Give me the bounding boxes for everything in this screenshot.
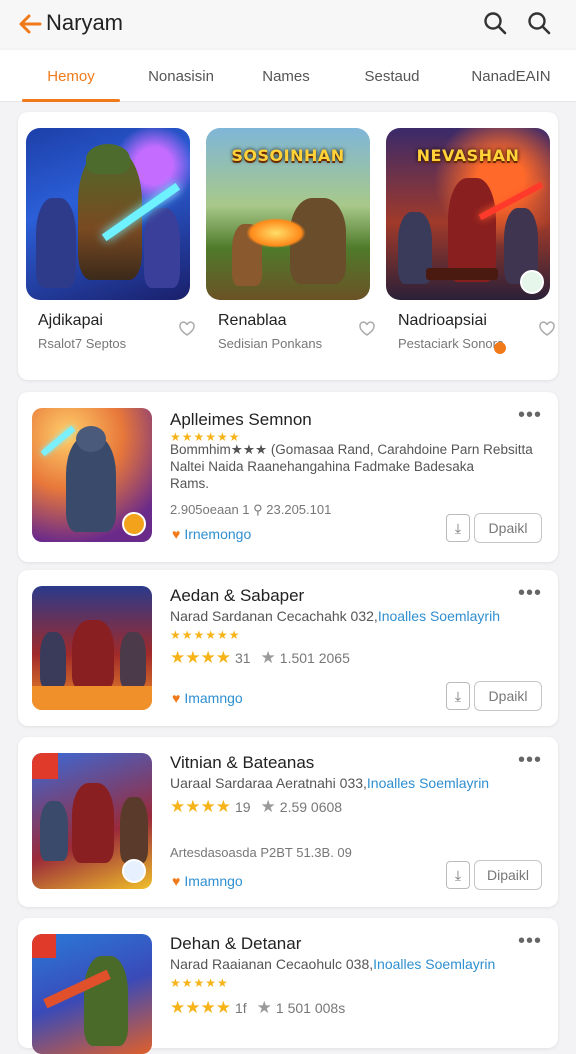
active-tab-indicator: [22, 99, 120, 102]
game-thumbnail[interactable]: [26, 128, 190, 300]
list-item[interactable]: Dehan & Detanar ••• Narad Raaianan Cecao…: [18, 918, 558, 1054]
featured-name: Nadrioapsiai: [398, 312, 487, 329]
rating-row: ★★★★ 19 ★ 2.59 0608: [170, 797, 343, 816]
game-thumbnail[interactable]: [32, 408, 152, 542]
page-title: Naryam: [46, 10, 124, 35]
description-text: Narad Raaianan Cecaohulc 038,: [170, 956, 374, 972]
app-title: Vitnian & Bateanas: [170, 753, 315, 772]
app-meta: 2.905oeaan 1 ⚲ 23.205.101: [170, 502, 332, 517]
description-link: Inoalles Soemlayrih: [377, 608, 500, 624]
developer-name: Irnemongo: [184, 526, 252, 542]
rating-value: 1f: [234, 1000, 247, 1016]
game-badge-icon: [520, 270, 544, 294]
game-badge-icon: [122, 859, 146, 883]
open-button[interactable]: Dipaikl: [474, 860, 542, 890]
developer-name: Imamngo: [184, 873, 243, 889]
more-options-icon[interactable]: •••: [518, 582, 542, 605]
more-options-icon[interactable]: •••: [518, 404, 542, 427]
tab-sestaud[interactable]: Sestaud: [348, 68, 436, 85]
tag-icon: ♥: [172, 526, 181, 542]
open-button[interactable]: Dpaikl: [474, 513, 542, 543]
rating-value: 31: [234, 650, 251, 666]
featured-name: Ajdikapai: [38, 312, 103, 329]
app-description: Narad Sardanan Cecachahk 032,Inoalles So…: [170, 608, 500, 624]
description-link: Inoalles Soemlayrin: [373, 956, 496, 972]
developer-name: Imamngo: [184, 690, 243, 706]
description-text: Narad Sardanan Cecachahk 032,: [170, 608, 378, 624]
search-icon[interactable]: [526, 10, 552, 36]
featured-carousel: Ajdikapai Rsalot7 Septos SOSOINHAN Renab…: [18, 112, 558, 380]
featured-item[interactable]: NEVASHAN Nadrioapsiai Pestaciark Sonors: [386, 128, 555, 354]
share-icon[interactable]: ⤓: [446, 682, 470, 710]
download-count: 1.501 2065: [279, 650, 350, 666]
tab-nanadeain[interactable]: NanadEAIN: [456, 68, 566, 85]
app-description: Rams.: [170, 476, 210, 491]
heart-icon[interactable]: [178, 320, 196, 338]
big-rating-stars: ★★★★: [170, 998, 231, 1017]
thumbnail-art-title: NEVASHAN: [416, 146, 520, 165]
list-item[interactable]: Aedan & Sabaper ••• Narad Sardanan Cecac…: [18, 570, 558, 726]
tab-names[interactable]: Names: [244, 68, 328, 85]
heart-icon[interactable]: [358, 320, 376, 338]
rating-row: ★★★★ 1f ★ 1 501 008s: [170, 998, 346, 1017]
app-description: Narad Raaianan Cecaohulc 038,Inoalles So…: [170, 956, 495, 972]
rating-stars: ★★★★★: [170, 976, 229, 990]
app-header: Naryam: [0, 0, 576, 48]
big-rating-stars: ★★★★: [170, 797, 231, 816]
verified-icon: [494, 342, 506, 354]
share-icon[interactable]: ⤓: [446, 514, 470, 542]
developer-link[interactable]: ♥ Imamngo: [172, 873, 243, 889]
app-title: Dehan & Detanar: [170, 934, 302, 953]
rating-stars: ★★★★★★: [170, 628, 241, 642]
app-description: Naltei Naida Raanehangahina Fadmake Bade…: [170, 459, 474, 474]
game-thumbnail[interactable]: [32, 586, 152, 710]
app-description: Uaraal Sardaraa Aeratnahi 033,Inoalles S…: [170, 775, 489, 791]
list-item[interactable]: Aplleimes Semnon ••• ★★★★★★ Bommhim★★★ (…: [18, 392, 558, 562]
game-thumbnail[interactable]: NEVASHAN: [386, 128, 550, 300]
heart-icon[interactable]: [538, 320, 556, 338]
download-count: 1 501 008s: [275, 1000, 346, 1016]
featured-item[interactable]: Ajdikapai Rsalot7 Septos: [26, 128, 195, 351]
game-thumbnail[interactable]: SOSOINHAN: [206, 128, 370, 300]
tag-icon: ♥: [172, 873, 181, 889]
tab-hemoy[interactable]: Hemoy: [22, 68, 120, 85]
app-description: Bommhim★★★ (Gomasaa Rand, Carahdoine Par…: [170, 442, 533, 457]
developer-link[interactable]: ♥ Imamngo: [172, 690, 243, 706]
tab-bar: Hemoy Nonasisin Names Sestaud NanadEAIN: [0, 50, 576, 102]
download-count: 2.59 0608: [279, 799, 343, 815]
more-options-icon[interactable]: •••: [518, 930, 542, 953]
featured-name: Renablaa: [218, 312, 287, 329]
thumbnail-art-title: SOSOINHAN: [231, 146, 345, 165]
game-badge-icon: [122, 512, 146, 536]
open-button[interactable]: Dpaikl: [474, 681, 542, 711]
arrow-left-icon[interactable]: [16, 10, 44, 38]
rating-value: 19: [234, 799, 251, 815]
tag-icon: ♥: [172, 690, 181, 706]
app-meta: Artesdasoasda P2BT 51.3B. 09: [170, 845, 352, 860]
game-thumbnail[interactable]: [32, 934, 152, 1054]
app-title: Aedan & Sabaper: [170, 586, 305, 605]
featured-subtitle: Pestaciark Sonors: [398, 336, 504, 351]
search-icon[interactable]: [482, 10, 508, 36]
big-rating-stars: ★★★★: [170, 648, 231, 667]
developer-link[interactable]: ♥ Irnemongo: [172, 526, 251, 542]
rating-row: ★★★★ 31 ★ 1.501 2065: [170, 648, 350, 667]
list-item[interactable]: Vitnian & Bateanas ••• Uaraal Sardaraa A…: [18, 737, 558, 907]
share-icon[interactable]: ⤓: [446, 861, 470, 889]
game-thumbnail[interactable]: [32, 753, 152, 889]
app-title: Aplleimes Semnon: [170, 410, 312, 429]
featured-item[interactable]: SOSOINHAN Renablaa Sedisian Ponkans: [206, 128, 375, 351]
description-text: Uaraal Sardaraa Aeratnahi 033,: [170, 775, 367, 791]
more-options-icon[interactable]: •••: [518, 749, 542, 772]
description-link: Inoalles Soemlayrin: [366, 775, 490, 791]
featured-subtitle: Sedisian Ponkans: [218, 336, 323, 351]
tab-nonasisin[interactable]: Nonasisin: [136, 68, 226, 85]
featured-subtitle: Rsalot7 Septos: [38, 336, 127, 351]
